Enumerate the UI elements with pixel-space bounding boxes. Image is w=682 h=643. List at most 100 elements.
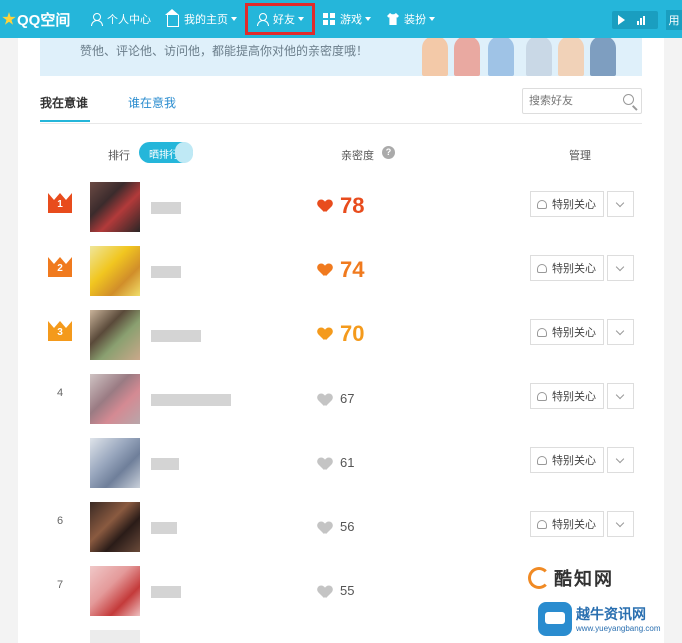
button-label: 特别关心 bbox=[552, 519, 596, 531]
more-options-button[interactable] bbox=[607, 255, 634, 281]
heart-icon: .h1::before,.h1::after{background:#e84c1… bbox=[318, 200, 332, 213]
intimacy-score: 61 bbox=[340, 455, 355, 470]
watermark-brand: 酷知网 bbox=[554, 569, 614, 589]
chevron-down-icon bbox=[365, 17, 371, 21]
help-icon[interactable]: ? bbox=[382, 146, 395, 159]
ranking-tabs: 我在意谁 谁在意我 bbox=[40, 88, 642, 124]
special-care-button[interactable]: 特别关心 bbox=[530, 319, 604, 345]
nav-label: 好友 bbox=[273, 14, 295, 26]
friend-name[interactable] bbox=[151, 586, 181, 598]
home-icon bbox=[165, 9, 179, 27]
crown-rank-icon: 3 bbox=[48, 321, 72, 341]
friend-icon bbox=[256, 13, 269, 26]
nav-label: 装扮 bbox=[404, 14, 426, 26]
avatar[interactable] bbox=[90, 246, 140, 296]
watermark-kuzhi: 酷知网 bbox=[528, 565, 614, 591]
intimacy-score: 56 bbox=[340, 519, 355, 534]
special-care-button[interactable]: 特别关心 bbox=[530, 511, 604, 537]
show-ranking-toggle[interactable]: 晒排行 bbox=[139, 142, 193, 163]
star-icon bbox=[2, 12, 16, 25]
watermark-site: 越牛资讯网 www.yueyangbang.com bbox=[538, 602, 680, 640]
friend-search bbox=[522, 88, 642, 114]
button-label: 特别关心 bbox=[552, 327, 596, 339]
avatar[interactable] bbox=[90, 502, 140, 552]
table-row: 3 70 特别关心 bbox=[18, 303, 664, 367]
nav-dress-up[interactable]: 装扮 bbox=[379, 0, 443, 38]
avatar[interactable] bbox=[90, 182, 140, 232]
button-label: 特别关心 bbox=[552, 263, 596, 275]
more-options-button[interactable] bbox=[607, 191, 634, 217]
table-row: 1 .h1::before,.h1::after{background:#e84… bbox=[18, 175, 664, 239]
nav-label: 我的主页 bbox=[184, 14, 228, 26]
heart-icon bbox=[318, 328, 332, 341]
heart-icon bbox=[318, 458, 332, 471]
more-options-button[interactable] bbox=[607, 447, 634, 473]
logo-text: QQ空间 bbox=[17, 11, 71, 29]
heart-icon bbox=[318, 522, 332, 535]
friend-name[interactable] bbox=[151, 394, 231, 406]
chevron-down-icon bbox=[231, 17, 237, 21]
avatar[interactable] bbox=[90, 438, 140, 488]
manage-column-header: 管理 bbox=[569, 150, 591, 162]
grid-icon bbox=[323, 13, 335, 25]
heart-icon bbox=[318, 394, 332, 407]
nav-my-homepage[interactable]: 我的主页 bbox=[159, 0, 245, 38]
heart-icon bbox=[318, 264, 332, 277]
nav-label: 个人中心 bbox=[107, 14, 151, 26]
special-care-button[interactable]: 特别关心 bbox=[530, 447, 604, 473]
avatar[interactable] bbox=[90, 374, 140, 424]
qzone-logo[interactable]: QQ空间 bbox=[0, 0, 82, 38]
search-icon[interactable] bbox=[623, 94, 634, 105]
nav-games[interactable]: 游戏 bbox=[315, 0, 379, 38]
more-options-button[interactable] bbox=[607, 383, 634, 409]
rank-number: 6 bbox=[56, 515, 64, 527]
table-row: 4 67 特别关心 bbox=[18, 367, 664, 431]
special-care-button[interactable]: 特别关心 bbox=[530, 255, 604, 281]
bell-icon bbox=[537, 199, 547, 209]
rank-number: 7 bbox=[56, 579, 64, 591]
chevron-down-icon bbox=[298, 17, 304, 21]
banner-text: 赞他、评论他、访问他，都能提高你对他的亲密度哦！ bbox=[80, 44, 369, 58]
table-row: 6 56 特别关心 bbox=[18, 495, 664, 559]
friends-illustration bbox=[418, 38, 628, 76]
tab-i-care-about[interactable]: 我在意谁 bbox=[40, 94, 90, 122]
nav-friends[interactable]: 好友 bbox=[245, 3, 315, 35]
more-options-button[interactable] bbox=[607, 511, 634, 537]
friend-name[interactable] bbox=[151, 458, 179, 470]
top-nav-bar: QQ空间 个人中心 我的主页 好友 游戏 装扮 用 bbox=[0, 0, 682, 38]
user-tab[interactable]: 用 bbox=[666, 10, 682, 30]
table-row: 61 特别关心 bbox=[18, 431, 664, 495]
search-input[interactable] bbox=[523, 89, 613, 113]
rank-number bbox=[48, 451, 72, 471]
friend-name[interactable] bbox=[151, 330, 201, 342]
heart-icon bbox=[318, 586, 332, 599]
music-player-button[interactable] bbox=[612, 11, 658, 29]
nav-label: 游戏 bbox=[340, 14, 362, 26]
nav-personal-center[interactable]: 个人中心 bbox=[82, 0, 159, 38]
person-icon bbox=[90, 13, 103, 26]
toggle-knob bbox=[175, 142, 193, 163]
friend-name[interactable] bbox=[151, 522, 177, 534]
shirt-icon bbox=[387, 13, 399, 25]
tab-cares-about-me[interactable]: 谁在意我 bbox=[128, 94, 176, 111]
crown-rank-icon: 2 bbox=[48, 257, 72, 277]
intimacy-score: 74 bbox=[340, 257, 365, 282]
button-label: 特别关心 bbox=[552, 455, 596, 467]
friend-name[interactable] bbox=[151, 202, 181, 214]
crown-rank-icon: 1 bbox=[48, 193, 72, 213]
bell-icon bbox=[537, 327, 547, 337]
intimacy-banner: 赞他、评论他、访问他，都能提高你对他的亲密度哦！ bbox=[40, 38, 642, 76]
avatar[interactable] bbox=[90, 310, 140, 360]
special-care-button[interactable]: 特别关心 bbox=[530, 383, 604, 409]
friend-name[interactable] bbox=[151, 266, 181, 278]
intimacy-score: 55 bbox=[340, 583, 355, 598]
avatar[interactable] bbox=[90, 566, 140, 616]
intimacy-score: 70 bbox=[340, 321, 365, 346]
button-label: 特别关心 bbox=[552, 391, 596, 403]
avatar[interactable] bbox=[90, 630, 140, 643]
more-options-button[interactable] bbox=[607, 319, 634, 345]
equalizer-icon bbox=[637, 15, 645, 25]
table-row: 2 74 特别关心 bbox=[18, 239, 664, 303]
special-care-button[interactable]: 特别关心 bbox=[530, 191, 604, 217]
friends-ranking-panel: 赞他、评论他、访问他，都能提高你对他的亲密度哦！ 我在意谁 谁在意我 排行 晒排… bbox=[18, 38, 664, 643]
